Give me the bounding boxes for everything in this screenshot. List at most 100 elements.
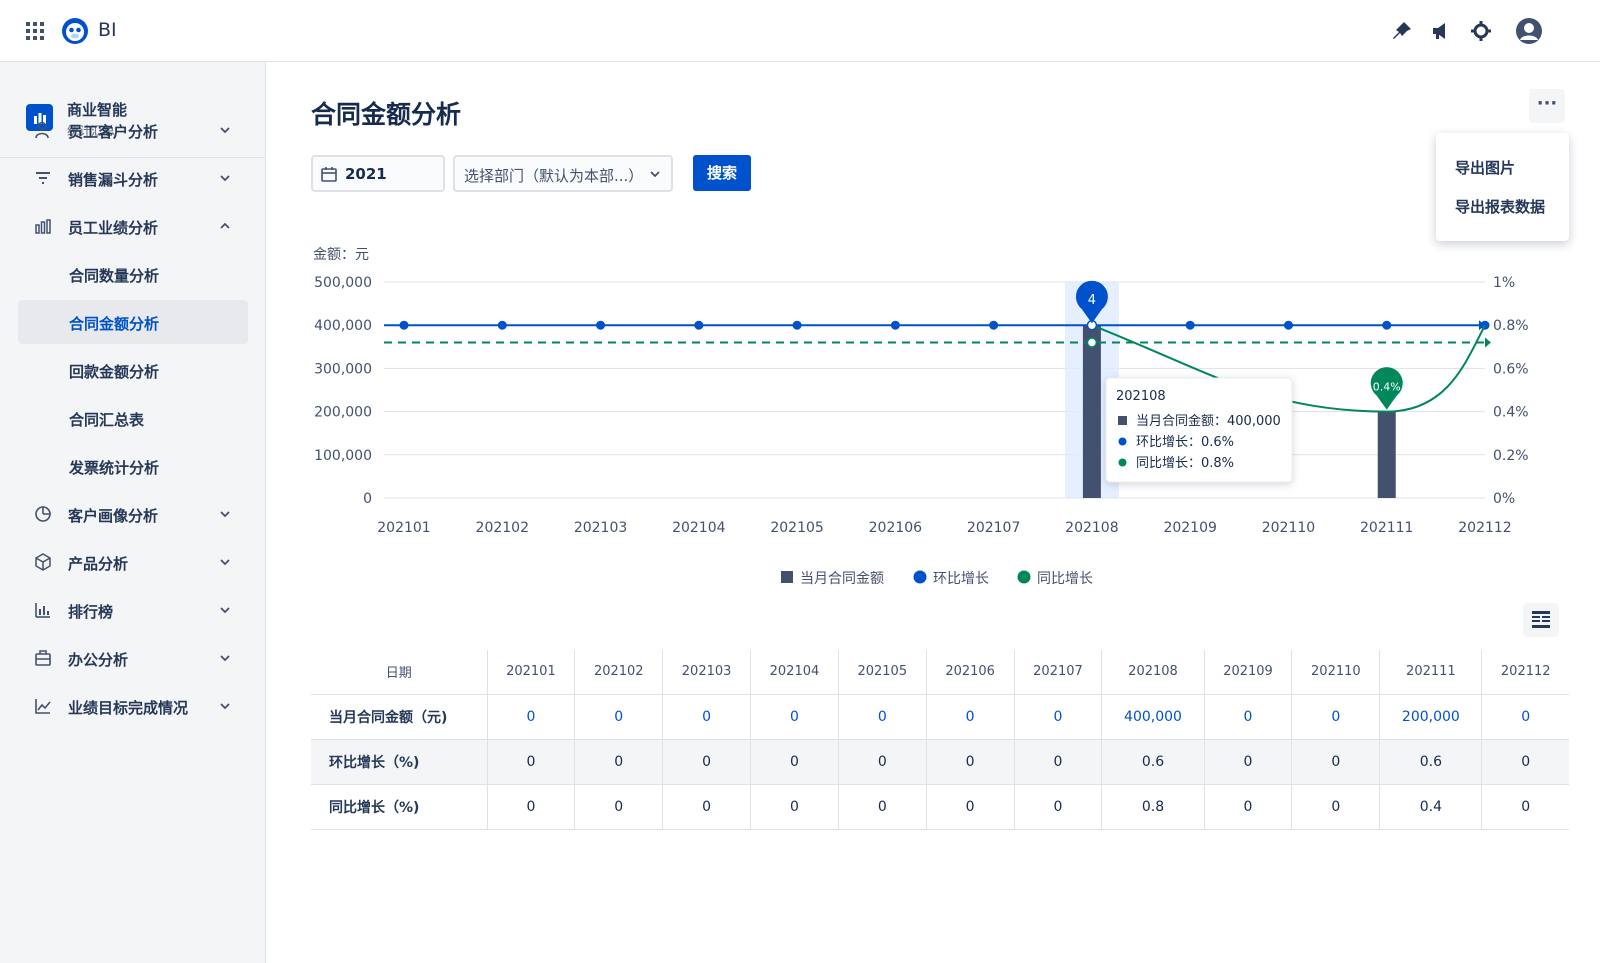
series-point-mom [399,320,409,330]
bar-chart-icon [35,219,51,234]
series-point-mom [1382,320,1392,330]
table-cell: 0 [574,784,664,830]
table-view-toggle-button[interactable] [1523,603,1559,637]
series-point-mom [989,320,999,330]
legend-label: 环比增长 [933,571,989,587]
chevron-down-icon [650,171,660,178]
sidebar-item[interactable]: 排行榜 [18,588,248,632]
table-cell[interactable]: 0 [1204,694,1293,740]
table-cell[interactable]: 0 [926,694,1015,740]
x-tick-label: 202112 [1458,520,1511,536]
sidebar-item[interactable]: 业绩目标完成情况 [18,684,248,728]
table-cell[interactable]: 0 [1481,694,1569,740]
monkey-logo-icon[interactable] [61,17,89,45]
table-cell[interactable]: 0 [487,694,576,740]
sidebar-item-label: 员工客户分析 [68,123,159,141]
year-value: 2021 [345,165,387,183]
department-placeholder: 选择部门（默认为本部...） [464,167,644,185]
x-tick-label: 202107 [967,520,1020,536]
y-tick-label: 100,000 [314,448,372,464]
table-row-label: 同比增长（%) [311,784,488,830]
table-cell[interactable]: 0 [750,694,839,740]
chevron-down-icon[interactable] [218,603,232,617]
chevron-up-icon[interactable] [218,219,232,233]
sidebar-subitem[interactable]: 发票统计分析 [18,444,248,488]
contract-amount-chart: 金额：元 0 100,000 200,000 300,000 400,000 500,000… [313,247,1529,587]
x-tick-label: 202103 [574,520,627,536]
filter-icon [36,172,50,184]
chevron-down-icon[interactable] [218,123,232,137]
chevron-down-icon[interactable] [218,699,232,713]
sidebar-item-label: 产品分析 [68,555,129,573]
bar [1377,411,1396,498]
table-cell[interactable]: 0 [574,694,664,740]
legend-swatch [913,570,927,584]
y-axis-title: 金额：元 [313,247,369,263]
table-cell[interactable]: 0 [1014,694,1103,740]
table-cell[interactable]: 0 [838,694,927,740]
sidebar-subitem[interactable]: 合同汇总表 [18,396,248,440]
y2-tick-label: 0% [1493,491,1515,507]
x-tick-label: 202105 [770,520,823,536]
tooltip-line: 同比增长：0.8% [1136,456,1234,471]
settings-gear-icon[interactable] [1470,20,1492,42]
megaphone-icon[interactable] [1430,20,1452,42]
table-cell: 0 [1204,784,1293,830]
table-cell[interactable]: 0 [662,694,752,740]
table-layout-icon [1532,611,1550,628]
chevron-down-icon[interactable] [218,555,232,569]
chevron-down-icon[interactable] [218,507,232,521]
sidebar-subitem[interactable]: 合同数量分析 [18,252,248,296]
x-tick-label: 202110 [1262,520,1315,536]
brand-name: BI [98,19,117,41]
search-button[interactable]: 搜索 [693,155,751,191]
chevron-down-icon[interactable] [218,171,232,185]
menu-item-export-image[interactable]: 导出图片 [1455,157,1515,178]
year-picker[interactable]: 2021 [311,155,445,192]
y2-tick-label: 0.4% [1493,405,1529,421]
sidebar-item[interactable]: 员工业绩分析 [18,204,248,248]
y2-tick-label: 1% [1493,275,1515,291]
menu-item-export-data[interactable]: 导出报表数据 [1455,196,1545,217]
table-header-month: 202104 [750,650,839,695]
sidebar-subitem[interactable]: 回款金额分析 [18,348,248,392]
sidebar-item[interactable]: 产品分析 [18,540,248,584]
table-cell: 0 [1291,784,1381,830]
calendar-icon [321,167,337,182]
series-point-mom [497,320,507,330]
table-cell: 0 [838,739,927,785]
table-header-month: 202112 [1481,650,1569,695]
table-cell: 0 [1014,784,1103,830]
tooltip-title: 202108 [1116,389,1166,404]
table-cell: 0.8 [1101,784,1205,830]
sidebar-item-label: 客户画像分析 [68,507,159,525]
series-point-mom [792,320,802,330]
user-avatar-icon[interactable] [1516,18,1542,44]
table-row-label: 当月合同金额（元) [311,694,488,740]
pin-icon[interactable] [1391,20,1413,42]
department-select[interactable]: 选择部门（默认为本部...） [453,155,673,192]
series-point-mom [596,320,606,330]
line-arrow [1485,337,1491,348]
sidebar-subitem[interactable]: 合同金额分析 [18,300,248,344]
app-grid-icon[interactable] [25,21,45,41]
table-cell[interactable]: 400,000 [1101,694,1205,740]
sidebar-item[interactable]: 客户画像分析 [18,492,248,536]
sidebar-item-label: 回款金额分析 [69,363,160,381]
sidebar-item[interactable]: 员工客户分析 [18,108,248,152]
sidebar-item[interactable]: 办公分析 [18,636,248,680]
table-cell[interactable]: 200,000 [1379,694,1483,740]
table-cell: 0 [926,784,1015,830]
ranking-icon [35,603,50,618]
y2-tick-label: 0.8% [1493,318,1529,334]
table-header-month: 202107 [1014,650,1103,695]
table-cell[interactable]: 0 [1291,694,1381,740]
table-cell: 0 [662,784,752,830]
table-row: 当月合同金额（元) 0 0 0 0 0 0 0 400,000 0 0 200,000 0 [311,694,1569,740]
table-cell: 0 [1481,784,1569,830]
table-header-month: 202108 [1101,650,1205,695]
sidebar-item[interactable]: 销售漏斗分析 [18,156,248,200]
more-options-button[interactable]: ··· [1529,89,1565,123]
table-cell: 0 [662,739,752,785]
chevron-down-icon[interactable] [218,651,232,665]
